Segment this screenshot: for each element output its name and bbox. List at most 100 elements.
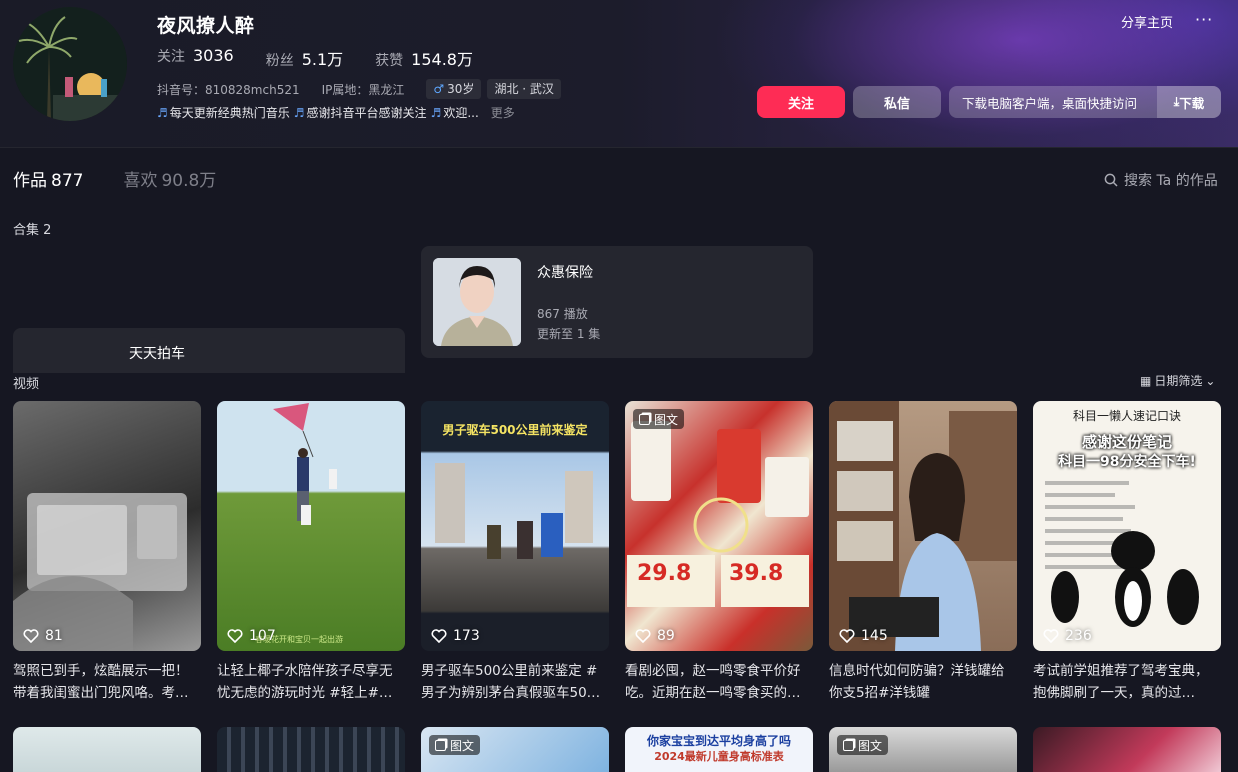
image-post-icon — [435, 739, 446, 751]
video-card[interactable] — [13, 727, 201, 772]
location-tag: 湖北 · 武汉 — [487, 79, 561, 99]
video-caption[interactable]: 让轻上椰子水陪伴孩子尽享无忧无虑的游玩时光 #轻上#… — [217, 660, 405, 704]
image-post-badge: 图文 — [429, 735, 481, 755]
collection-title: 天天拍车 — [129, 346, 185, 362]
video-caption[interactable]: 男子驱车500公里前来鉴定 #男子为辨别茅台真假驱车50… — [421, 660, 609, 704]
like-count-value: 81 — [45, 628, 63, 644]
more-options-icon[interactable]: ··· — [1195, 10, 1213, 29]
share-profile-button[interactable]: 分享主页 — [1121, 12, 1173, 31]
douyin-id: 抖音号：810828mch521 — [157, 82, 300, 97]
video-card[interactable] — [1033, 727, 1221, 772]
collection-card[interactable]: 众惠保险 867 播放 更新至 1 集 — [421, 246, 813, 358]
like-count: 173 — [431, 628, 480, 644]
badge-label: 图文 — [654, 412, 679, 427]
collection-updated: 更新至 1 集 — [537, 327, 601, 341]
video-overlay-text: 29.8 — [637, 561, 692, 586]
heart-icon — [839, 629, 855, 643]
video-thumbnail[interactable] — [1033, 727, 1221, 772]
badge-label: 图文 — [858, 738, 883, 753]
profile-stats: 关注 3036 粉丝 5.1万 获赞 154.8万 — [157, 46, 505, 70]
message-button[interactable]: 私信 — [853, 86, 941, 118]
follow-button[interactable]: 关注 — [757, 86, 845, 118]
image-post-icon — [843, 739, 854, 751]
bio-more-link[interactable]: 更多 — [491, 104, 515, 121]
video-card[interactable]: 81 驾照已到手，炫酷展示一把！带着我闺蜜出门兜风咯。考… — [13, 401, 201, 704]
video-caption[interactable]: 考试前学姐推荐了驾考宝典，抱佛脚刷了一天，真的过… — [1033, 660, 1221, 704]
video-caption[interactable]: 信息时代如何防骗？洋钱罐给你支5招#洋钱罐 — [829, 660, 1017, 704]
video-card[interactable]: 男子驱车500公里前来鉴定 173 男子驱车500公里前来鉴定 #男子为辨别茅台… — [421, 401, 609, 704]
video-card[interactable]: 科目一懒人速记口诀 感谢这份笔记 科目一98分安全下车! 236 考试前学姐推荐… — [1033, 401, 1221, 704]
profile-meta: 抖音号：810828mch521 IP属地：黑龙江 ♂ 30岁 湖北 · 武汉 — [157, 79, 567, 99]
search-works-button[interactable]: 搜索 Ta 的作品 — [1104, 170, 1218, 190]
video-caption[interactable]: 看剧必囤，赵一鸣零食平价好吃。近期在赵一鸣零食买的… — [625, 660, 813, 704]
bio-segment: 每天更新经典热门音乐 — [169, 106, 290, 120]
video-thumbnail[interactable] — [13, 727, 201, 772]
collection-thumbnail-image — [433, 258, 521, 346]
video-card[interactable]: 你家宝宝到达平均身高了吗 2024最新儿童身高标准表 — [625, 727, 813, 772]
stat-value: 3036 — [193, 46, 234, 65]
like-count-value: 89 — [657, 628, 675, 644]
tab-count: 877 — [51, 171, 84, 191]
collection-plays: 867 播放 — [537, 307, 588, 321]
like-count: 107 — [227, 628, 276, 644]
video-overlay-text: 你家宝宝到达平均身高了吗 — [646, 734, 791, 748]
collection-title: 众惠保险 — [537, 265, 593, 281]
header-divider — [0, 147, 1238, 148]
age-tag: ♂ 30岁 — [426, 79, 482, 99]
video-thumbnail-image — [273, 403, 337, 525]
date-filter-button[interactable]: ▦ 日期筛选 ⌄ — [1140, 372, 1215, 389]
video-card[interactable]: 29.8 39.8 图文 89 看剧必囤，赵一鸣零食平价好吃。近期在赵一鸣零食买… — [625, 401, 813, 704]
video-card[interactable] — [217, 727, 405, 772]
video-caption[interactable]: 驾照已到手，炫酷展示一把！带着我闺蜜出门兜风咯。考… — [13, 660, 201, 704]
download-client-banner[interactable]: 下载电脑客户端，桌面快捷访问 ⤓ 下载 — [949, 86, 1221, 118]
age-text: 30岁 — [447, 82, 475, 96]
download-button[interactable]: ⤓ 下载 — [1157, 86, 1221, 118]
collection-thumbnail — [433, 258, 521, 346]
profile-name: 夜风撩人醉 — [157, 15, 255, 37]
tab-likes[interactable]: 喜欢 90.8万 — [123, 166, 216, 191]
video-thumbnail-image — [829, 401, 1017, 651]
like-count: 89 — [635, 628, 675, 644]
video-thumbnail[interactable]: 81 — [13, 401, 201, 651]
video-card[interactable]: 图文 — [829, 727, 1017, 772]
video-card[interactable]: 春暖花开和宝贝一起出游 107 让轻上椰子水陪伴孩子尽享无忧无虑的游玩时光 #轻… — [217, 401, 405, 704]
video-thumbnail-image — [435, 463, 593, 559]
stat-following[interactable]: 关注 3036 — [157, 46, 234, 70]
heart-icon — [1043, 629, 1059, 643]
video-card[interactable]: 图文 — [421, 727, 609, 772]
collection-card[interactable]: 天天拍车 — [13, 328, 405, 373]
male-icon: ♂ — [433, 82, 445, 96]
video-thumbnail-image — [13, 493, 187, 651]
video-overlay-text: 39.8 — [729, 561, 784, 586]
like-count: 236 — [1043, 628, 1092, 644]
tab-label: 喜欢 — [123, 171, 158, 191]
search-icon — [1104, 173, 1118, 187]
avatar-image — [13, 7, 127, 121]
image-post-icon — [639, 413, 650, 425]
download-client-text: 下载电脑客户端，桌面快捷访问 — [962, 95, 1138, 111]
tab-label: 作品 — [13, 171, 47, 191]
video-thumbnail[interactable]: 145 — [829, 401, 1017, 651]
stat-label: 粉丝 — [265, 53, 294, 69]
music-note-icon: ♬ — [293, 105, 305, 120]
video-thumbnail[interactable]: 你家宝宝到达平均身高了吗 2024最新儿童身高标准表 — [625, 727, 813, 772]
video-thumbnail[interactable]: 图文 — [829, 727, 1017, 772]
tab-works[interactable]: 作品 877 — [13, 166, 83, 191]
video-thumbnail[interactable] — [217, 727, 405, 772]
video-thumbnail[interactable]: 春暖花开和宝贝一起出游 107 — [217, 401, 405, 651]
stat-label: 关注 — [157, 49, 185, 65]
tab-count: 90.8万 — [161, 171, 217, 191]
video-thumbnail[interactable]: 男子驱车500公里前来鉴定 173 — [421, 401, 609, 651]
profile-header: 夜风撩人醉 关注 3036 粉丝 5.1万 获赞 154.8万 抖音号：8108… — [0, 0, 1238, 148]
video-thumbnail[interactable]: 29.8 39.8 图文 89 — [625, 401, 813, 651]
download-label: 下载 — [1179, 95, 1205, 111]
avatar[interactable] — [13, 7, 127, 121]
video-card[interactable]: 145 信息时代如何防骗？洋钱罐给你支5招#洋钱罐 — [829, 401, 1017, 704]
video-thumbnail[interactable]: 图文 — [421, 727, 609, 772]
like-count-value: 107 — [249, 628, 276, 644]
stat-likes: 获赞 154.8万 — [375, 46, 473, 70]
stat-followers[interactable]: 粉丝 5.1万 — [266, 46, 343, 70]
video-thumbnail[interactable]: 科目一懒人速记口诀 感谢这份笔记 科目一98分安全下车! 236 — [1033, 401, 1221, 651]
like-count-value: 236 — [1065, 628, 1092, 644]
video-overlay-text: 2024最新儿童身高标准表 — [654, 750, 784, 763]
